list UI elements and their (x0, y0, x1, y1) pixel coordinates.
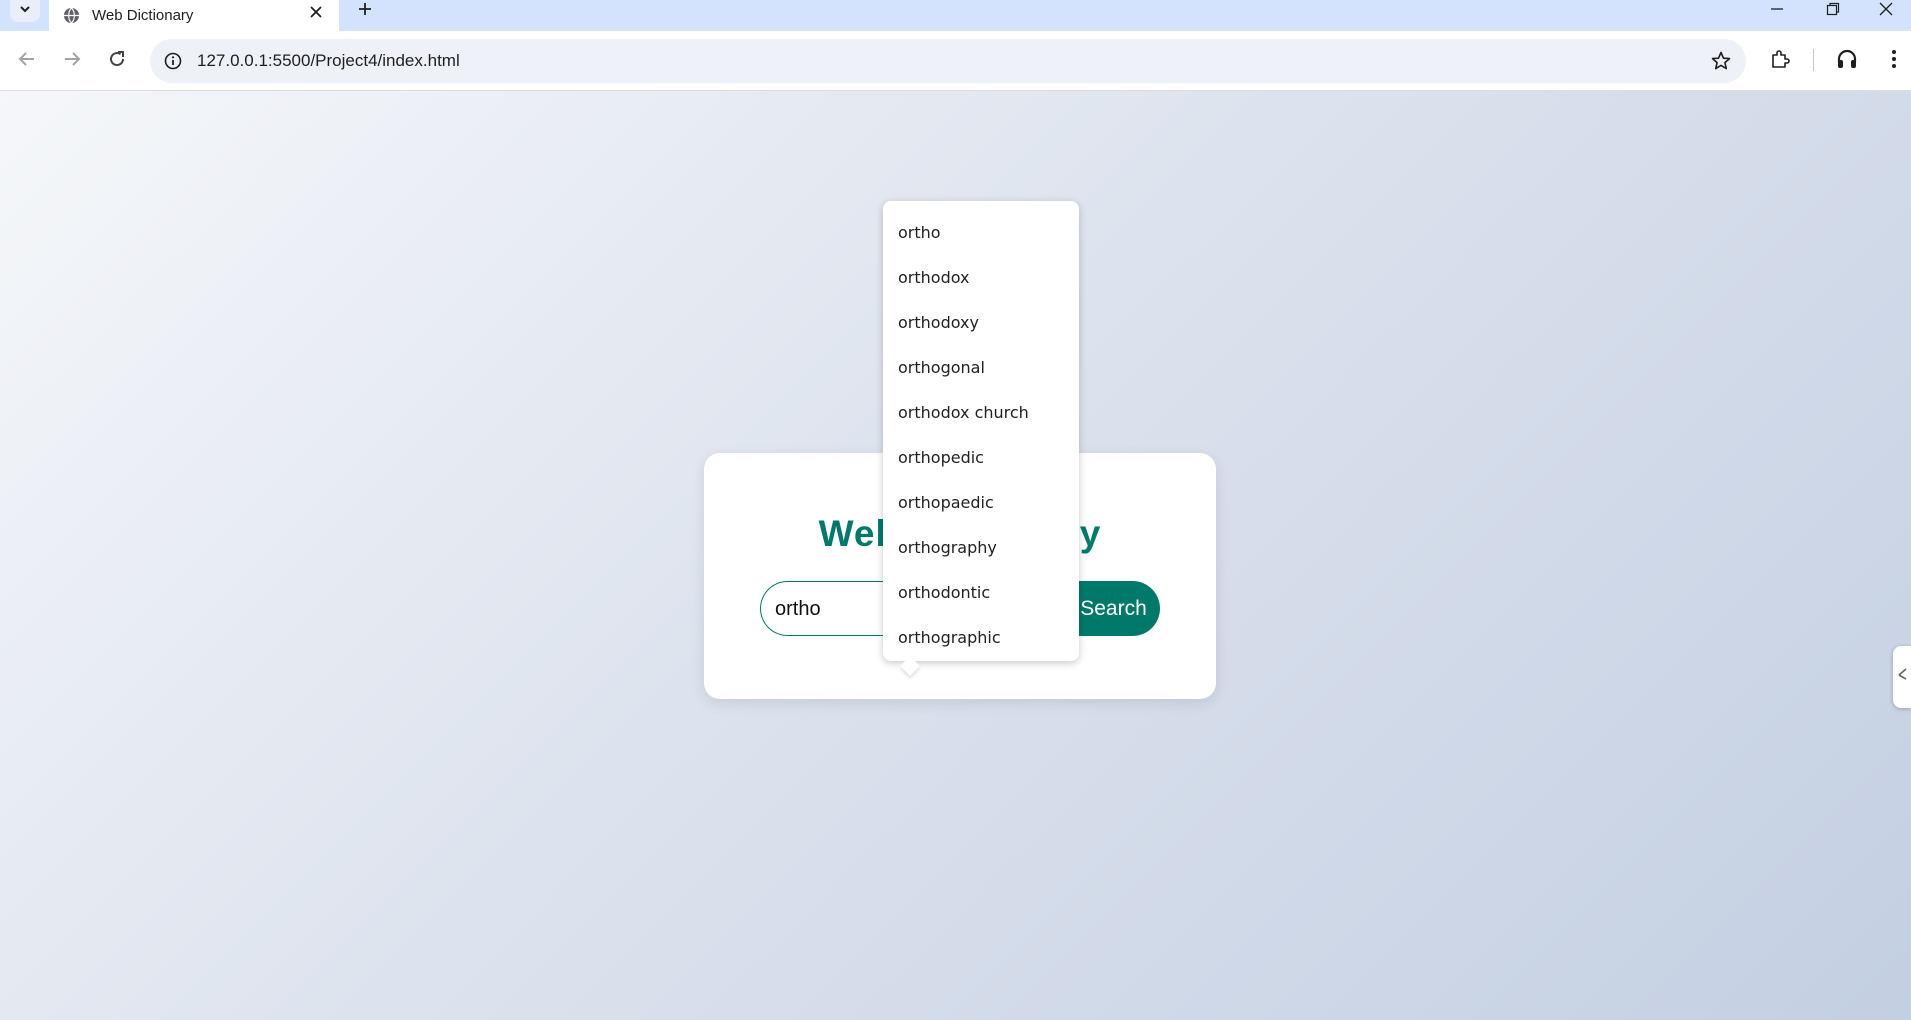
puzzle-icon (1770, 49, 1790, 74)
suggestion-item[interactable]: orthopedic (883, 435, 1079, 480)
suggestion-item[interactable]: orthopaedic (883, 480, 1079, 525)
headphones-icon (1836, 48, 1858, 75)
tab-search-button[interactable] (10, 0, 40, 22)
minimize-button[interactable] (1749, 0, 1805, 22)
info-icon[interactable] (162, 50, 184, 72)
star-icon[interactable] (1710, 50, 1732, 72)
arrow-right-icon (63, 50, 81, 73)
url-text[interactable]: 127.0.0.1:5500/Project4/index.html (197, 51, 460, 71)
kebab-menu-icon (1891, 49, 1897, 74)
restore-icon (1826, 2, 1840, 21)
close-icon (1879, 2, 1893, 21)
forward-button[interactable] (55, 44, 89, 78)
close-window-button[interactable] (1861, 0, 1911, 22)
minimize-icon (1770, 2, 1784, 21)
suggestion-item[interactable]: orthodoxy (883, 300, 1079, 345)
search-button[interactable]: Search (1067, 581, 1160, 636)
suggestion-item[interactable]: orthodox church (883, 390, 1079, 435)
close-icon[interactable] (307, 3, 325, 21)
reload-button[interactable] (100, 44, 134, 78)
tab-strip: Web Dictionary (0, 0, 1911, 31)
page-viewport: Web Dictionary Search ortho orthodox ort… (0, 91, 1911, 1020)
address-bar[interactable]: 127.0.0.1:5500/Project4/index.html (150, 39, 1746, 83)
browser-toolbar: 127.0.0.1:5500/Project4/index.html (0, 31, 1911, 91)
extensions-button[interactable] (1763, 44, 1797, 78)
autocomplete-list: ortho orthodox orthodoxy orthogonal orth… (883, 201, 1079, 676)
suggestion-item[interactable]: orthographic (883, 615, 1079, 660)
toolbar-divider (1813, 49, 1814, 71)
headphones-button[interactable] (1830, 44, 1864, 78)
arrow-left-icon (18, 50, 36, 73)
restore-button[interactable] (1805, 0, 1861, 22)
tab-title: Web Dictionary (92, 7, 194, 24)
chevron-down-icon (18, 2, 32, 21)
globe-icon (62, 7, 80, 25)
suggestion-item[interactable]: orthogonal (883, 345, 1079, 390)
side-panel-handle[interactable] (1893, 646, 1911, 708)
back-button[interactable] (10, 44, 44, 78)
plus-icon (358, 2, 372, 21)
suggestion-item[interactable]: orthodox (883, 255, 1079, 300)
side-panel-icon (1897, 667, 1907, 688)
suggestion-item[interactable]: orthography (883, 525, 1079, 570)
new-tab-button[interactable] (352, 0, 378, 22)
browser-menu-button[interactable] (1877, 44, 1911, 78)
reload-icon (108, 50, 126, 73)
suggestion-item[interactable]: ortho (883, 210, 1079, 255)
active-tab[interactable]: Web Dictionary (49, 0, 339, 31)
suggestion-item[interactable]: orthodontic (883, 570, 1079, 615)
